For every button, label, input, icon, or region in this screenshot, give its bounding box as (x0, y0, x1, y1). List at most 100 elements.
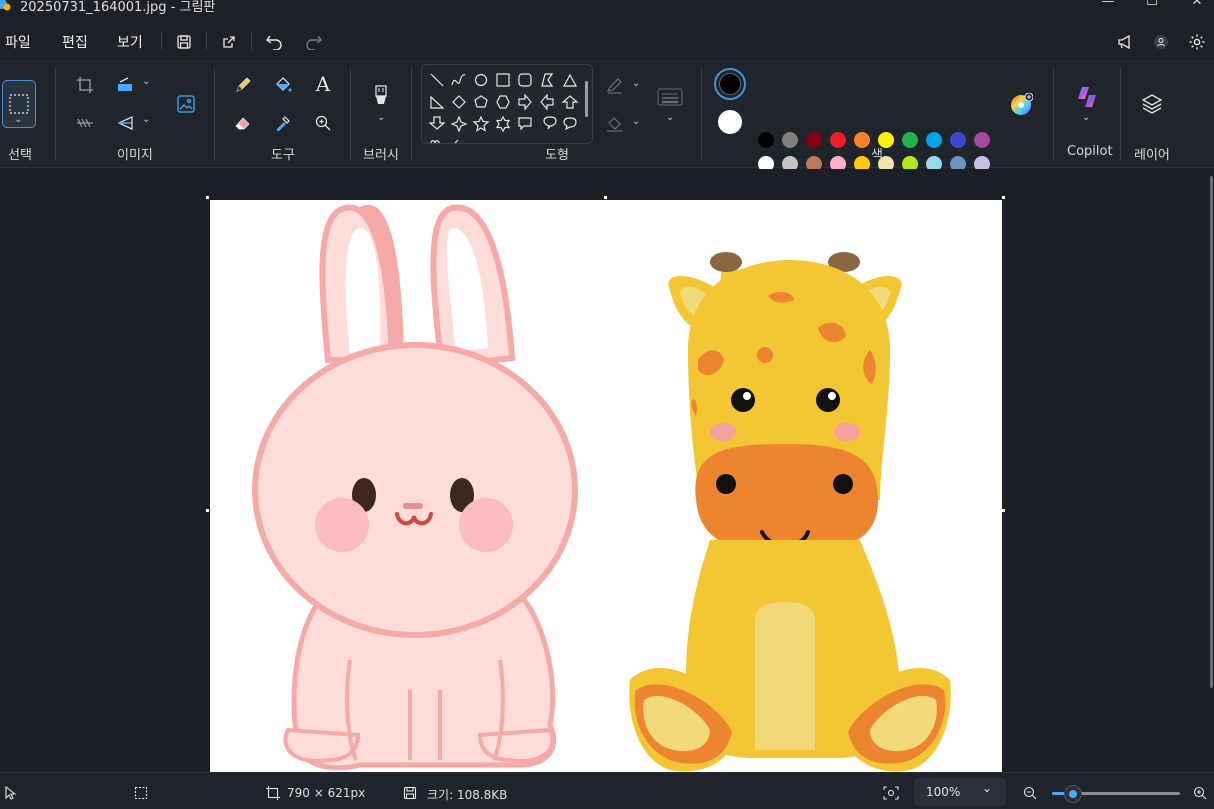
chevron-down-icon[interactable]: ⌄ (1082, 112, 1090, 123)
line-size-icon[interactable] (656, 86, 684, 108)
drawing-canvas[interactable] (210, 200, 1002, 773)
oval-shape[interactable] (474, 73, 488, 87)
color-swatch[interactable] (830, 132, 846, 148)
zoom-slider-thumb[interactable] (1064, 785, 1082, 803)
shape-outline-icon[interactable] (604, 76, 626, 96)
fill-bucket-icon[interactable] (272, 74, 294, 96)
rounded-rectangle-shape[interactable] (518, 73, 532, 87)
zoom-in-icon[interactable] (1192, 785, 1208, 801)
six-point-star-shape[interactable] (495, 115, 511, 133)
color-swatch[interactable] (926, 132, 942, 148)
five-point-star-shape[interactable] (472, 115, 490, 132)
magnifier-icon[interactable] (312, 112, 334, 134)
group-label-brushes: 브러시 (363, 148, 399, 163)
four-point-star-shape[interactable] (450, 115, 468, 133)
text-tool-icon[interactable]: A (312, 72, 334, 96)
right-arrow-shape[interactable] (518, 93, 532, 111)
close-icon[interactable]: ✕ (1187, 0, 1207, 9)
divider (214, 68, 215, 160)
crop-icon[interactable] (74, 74, 96, 96)
minimize-icon[interactable]: — (1098, 0, 1118, 9)
polygon-shape[interactable] (541, 73, 554, 87)
chevron-down-icon[interactable]: ⌄ (632, 78, 640, 89)
color-swatch[interactable] (806, 132, 822, 148)
remove-background-icon[interactable] (74, 112, 96, 134)
lightning-shape[interactable] (454, 139, 459, 143)
color-picker-icon[interactable] (272, 112, 294, 134)
pentagon-shape[interactable] (474, 95, 488, 108)
diamond-shape[interactable] (452, 95, 466, 109)
canvas-size-text: 790 × 621px (287, 786, 366, 800)
color-swatch[interactable] (902, 132, 918, 148)
up-arrow-shape[interactable] (561, 95, 579, 109)
layers-icon[interactable] (1138, 90, 1166, 118)
left-arrow-shape[interactable] (540, 93, 554, 111)
shape-fill-icon[interactable] (604, 114, 626, 134)
redo-icon[interactable] (302, 30, 326, 54)
chevron-down-icon[interactable]: ⌄ (14, 114, 22, 125)
heart-shape[interactable] (430, 140, 440, 143)
color-swatch[interactable] (854, 132, 870, 148)
save-icon[interactable] (172, 30, 196, 54)
line-shape[interactable] (430, 73, 444, 87)
triangle-shape[interactable] (562, 73, 578, 87)
color-swatch[interactable] (974, 132, 990, 148)
menu-file[interactable]: 파일 (5, 32, 31, 52)
divider (701, 68, 702, 160)
menu-view[interactable]: 보기 (117, 32, 143, 52)
chevron-down-icon[interactable]: ⌄ (377, 112, 385, 123)
group-label-image: 이미지 (117, 148, 153, 163)
color-swatch[interactable] (758, 132, 774, 148)
share-icon[interactable] (217, 30, 241, 54)
curve-shape[interactable] (451, 74, 466, 86)
right-triangle-shape[interactable] (430, 95, 445, 109)
divider (55, 68, 56, 160)
undo-icon[interactable] (262, 30, 286, 54)
announcement-icon[interactable] (1113, 30, 1137, 54)
copilot-icon[interactable] (1072, 82, 1102, 112)
cloud-callout-shape[interactable] (563, 117, 577, 131)
secondary-color-button[interactable] (716, 108, 744, 136)
account-icon[interactable] (1149, 30, 1173, 54)
menu-edit[interactable]: 편집 (62, 32, 88, 52)
color-swatch[interactable] (782, 132, 798, 148)
chevron-down-icon[interactable]: ⌄ (142, 114, 150, 125)
fit-to-window-icon[interactable] (882, 785, 900, 801)
hexagon-shape[interactable] (496, 95, 510, 109)
zoom-out-icon[interactable] (1022, 785, 1038, 801)
settings-gear-icon[interactable] (1185, 30, 1209, 54)
rotate-flip-icon[interactable] (114, 112, 136, 134)
divider (206, 32, 207, 50)
zoom-select[interactable]: 100% ⌄ (914, 778, 1006, 806)
brush-icon[interactable] (368, 82, 394, 110)
image-creator-icon[interactable] (172, 90, 200, 118)
paint-app-icon (0, 0, 11, 11)
resize-icon[interactable] (114, 74, 136, 96)
rectangle-shape[interactable] (496, 73, 510, 87)
group-label-copilot: Copilot (1067, 144, 1113, 159)
shapes-scrollbar[interactable] (585, 81, 588, 117)
color-swatch[interactable] (950, 132, 966, 148)
down-arrow-shape[interactable] (428, 116, 446, 130)
chevron-down-icon[interactable]: ⌄ (666, 112, 674, 123)
eraser-icon[interactable] (232, 112, 254, 134)
menu-bar: 파일 편집 보기 (0, 22, 1214, 58)
file-size-save-icon (402, 785, 418, 801)
maximize-icon[interactable]: ☐ (1142, 0, 1162, 9)
pointer-position-icon (2, 785, 18, 801)
chevron-down-icon[interactable]: ⌄ (142, 76, 150, 87)
chevron-down-icon[interactable]: ⌄ (632, 116, 640, 127)
divider (1053, 68, 1054, 160)
divider (161, 32, 162, 50)
primary-color-swatch (719, 73, 741, 95)
divider (1120, 68, 1121, 160)
pencil-icon[interactable] (232, 74, 254, 96)
vertical-scrollbar[interactable] (1210, 176, 1213, 688)
rect-callout-shape[interactable] (518, 117, 532, 131)
giraffe-illustration (629, 252, 951, 772)
chevron-down-icon: ⌄ (982, 781, 993, 795)
edit-colors-icon[interactable] (1008, 92, 1034, 118)
oval-callout-shape[interactable] (543, 116, 557, 130)
file-size-text: 크기: 108.8KB (427, 788, 508, 802)
primary-color-button[interactable] (714, 68, 746, 100)
